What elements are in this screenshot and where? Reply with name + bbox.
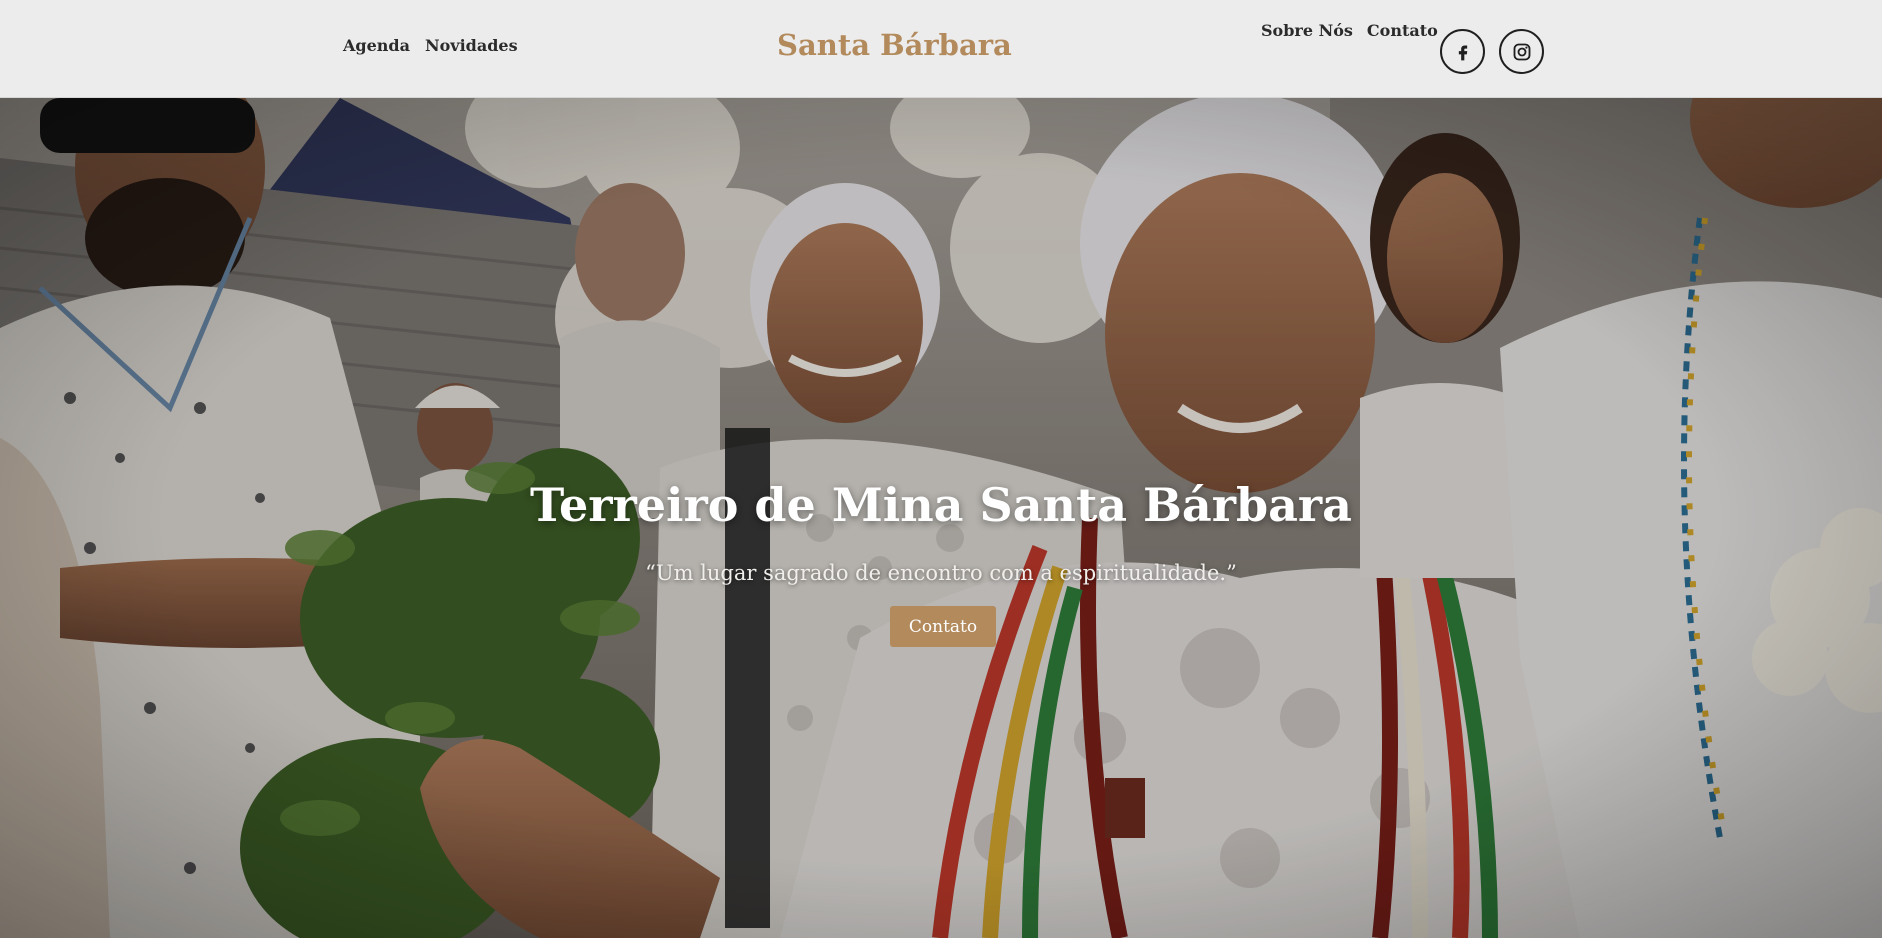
instagram-button[interactable]: [1499, 29, 1544, 74]
nav-link-novidades[interactable]: Novidades: [425, 36, 518, 55]
site-brand-logo[interactable]: Santa Bárbara: [777, 28, 1012, 62]
nav-link-contato[interactable]: Contato: [1367, 21, 1438, 40]
facebook-icon: [1458, 45, 1467, 60]
facebook-button[interactable]: [1440, 29, 1485, 74]
instagram-icon: [1513, 43, 1530, 60]
contact-button[interactable]: Contato: [890, 606, 996, 647]
nav-right: Sobre Nós Contato: [1261, 21, 1438, 40]
nav-link-agenda[interactable]: Agenda: [343, 36, 410, 55]
nav-link-sobre-nos[interactable]: Sobre Nós: [1261, 21, 1353, 40]
hero-section: Terreiro de Mina Santa Bárbara “Um lugar…: [0, 98, 1882, 938]
hero-title: Terreiro de Mina Santa Bárbara: [530, 478, 1352, 532]
site-header: Agenda Novidades Santa Bárbara Sobre Nós…: [0, 0, 1882, 98]
hero-quote: “Um lugar sagrado de encontro com a espi…: [645, 561, 1237, 585]
nav-left: Agenda Novidades: [343, 36, 518, 55]
